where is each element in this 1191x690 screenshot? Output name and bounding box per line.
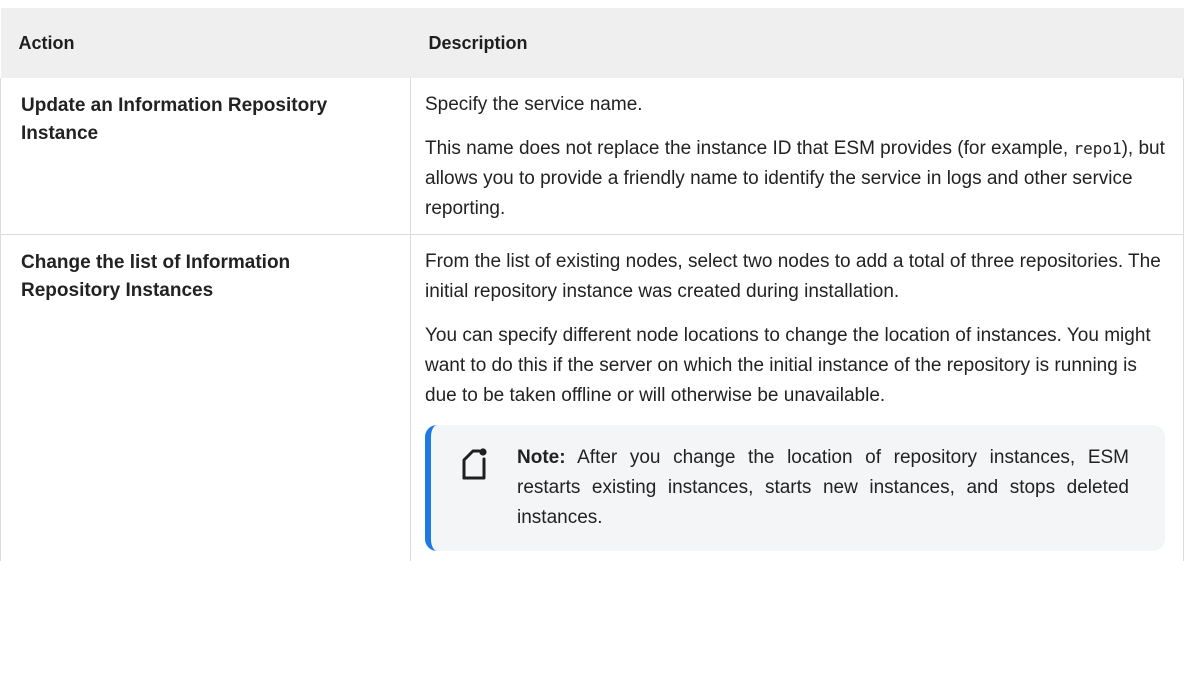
note-body: After you change the location of reposit… — [517, 447, 1129, 528]
table-row: Change the list of Information Repositor… — [0, 234, 1184, 561]
code-instance-id: repo1 — [1073, 139, 1122, 158]
description-paragraph: This name does not replace the instance … — [425, 134, 1165, 224]
description-paragraph: You can specify different node locations… — [425, 325, 1151, 406]
action-description-table: Action Description Update an Information… — [0, 8, 1184, 561]
note-text: Note: After you change the location of r… — [517, 443, 1129, 533]
note-label: Note: — [517, 447, 566, 468]
note-callout: Note: After you change the location of r… — [425, 425, 1165, 551]
column-header-action: Action — [0, 8, 411, 78]
description-paragraph: From the list of existing nodes, select … — [425, 251, 1161, 302]
table-header-row: Action Description — [0, 8, 1184, 78]
description-cell: From the list of existing nodes, select … — [410, 234, 1184, 561]
column-header-description: Description — [410, 8, 1184, 78]
description-paragraph: Specify the service name. — [425, 94, 643, 115]
action-cell: Update an Information Repository Instanc… — [0, 78, 411, 235]
note-icon — [462, 448, 487, 480]
description-cell: Specify the service name. This name does… — [410, 78, 1184, 235]
description-text: This name does not replace the instance … — [425, 138, 1074, 159]
action-cell: Change the list of Information Repositor… — [0, 234, 411, 561]
table-row: Update an Information Repository Instanc… — [0, 78, 1184, 235]
